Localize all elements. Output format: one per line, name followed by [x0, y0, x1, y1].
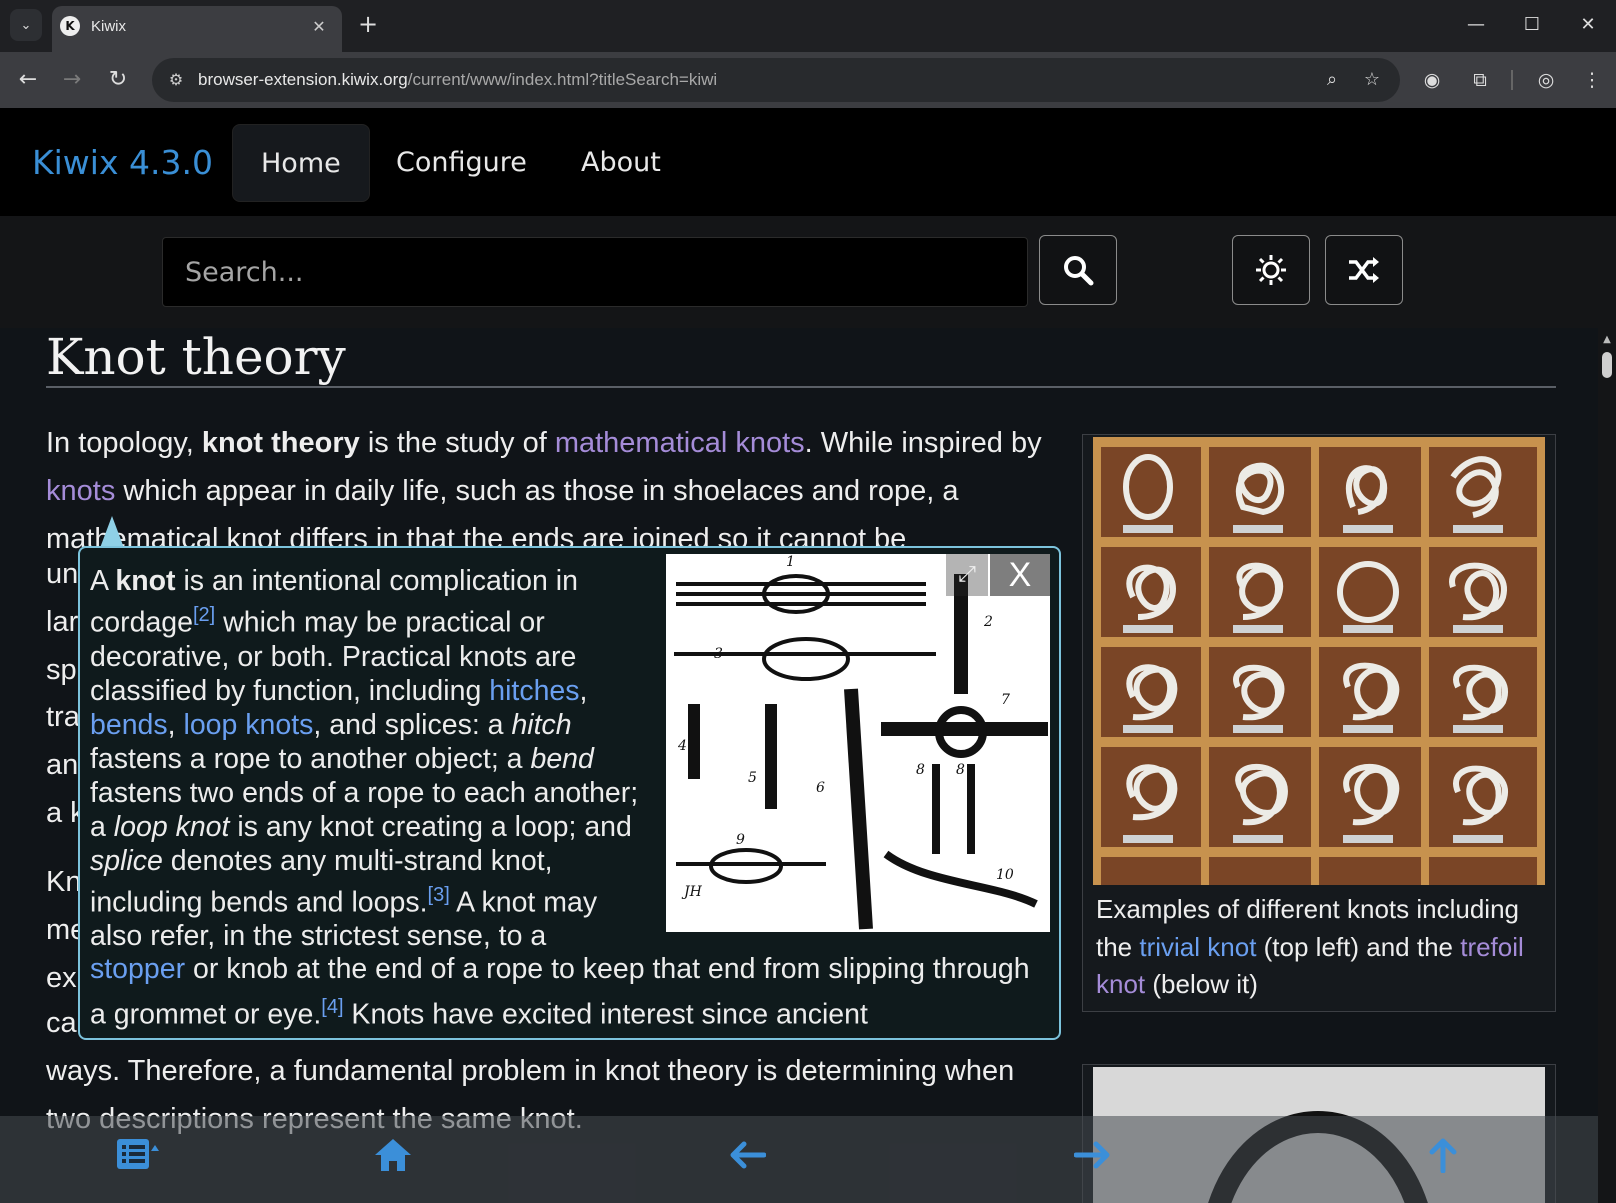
knot-table-image[interactable]	[1093, 437, 1545, 885]
nav-about[interactable]: About	[553, 124, 689, 202]
fig-num-6: 6	[816, 780, 825, 796]
link-stopper[interactable]: stopper	[90, 953, 185, 985]
tab-strip: ⌄ K Kiwix ✕ + — ☐ ✕	[0, 0, 1616, 52]
fig-num-10: 10	[996, 867, 1014, 883]
address-bar[interactable]: ⚙ browser-extension.kiwix.org/current/ww…	[152, 58, 1400, 102]
random-article-button[interactable]	[1325, 235, 1403, 305]
nav-configure[interactable]: Configure	[368, 124, 555, 202]
fig-num-9: 9	[736, 832, 745, 848]
forward-arrow-icon[interactable]: →	[56, 64, 88, 96]
browser-toolbar: ← → ↻ ⚙ browser-extension.kiwix.org/curr…	[0, 52, 1616, 108]
toolbar-divider	[1511, 70, 1513, 90]
vertical-scrollbar[interactable]: ▲	[1598, 328, 1616, 1203]
fig-signature: JH	[681, 884, 703, 900]
popover-arrow	[100, 516, 124, 548]
bottom-toolbar	[0, 1116, 1598, 1203]
popover-text: A knot is an intentional complication in…	[90, 565, 639, 952]
fig-num-1: 1	[786, 554, 795, 570]
up-arrow-icon[interactable]	[1418, 1130, 1468, 1180]
url-text[interactable]: browser-extension.kiwix.org/current/www/…	[198, 70, 717, 90]
fig-num-5: 5	[748, 770, 757, 786]
tab-search-icon[interactable]: ⌄	[10, 9, 42, 41]
fig-num-2: 2	[983, 614, 993, 630]
popover-close-button[interactable]: X	[990, 554, 1050, 596]
back-arrow-icon[interactable]	[722, 1130, 772, 1180]
ref-2[interactable]: [2]	[193, 604, 215, 626]
star-icon[interactable]: ☆	[1360, 68, 1384, 92]
fig-num-7: 7	[1001, 692, 1010, 708]
minimize-icon[interactable]: —	[1456, 10, 1496, 40]
search-input[interactable]	[162, 237, 1028, 307]
tab-title: Kiwix	[91, 18, 127, 35]
link-bends[interactable]: bends	[90, 709, 168, 741]
infobox-figure: Examples of different knots including th…	[1082, 434, 1556, 1012]
kebab-menu-icon[interactable]: ⋮	[1578, 66, 1606, 94]
extension-icon[interactable]: ◉	[1418, 66, 1446, 94]
link-preview-popover: A knot is an intentional complication in…	[78, 546, 1061, 1040]
ref-4[interactable]: [4]	[321, 996, 343, 1018]
popover-text-continued: stopper or knob at the end of a rope to …	[90, 953, 1030, 1031]
table-of-contents-icon[interactable]	[112, 1130, 162, 1180]
search-icon	[1064, 256, 1094, 286]
fig-num-8b: 8	[956, 762, 965, 778]
window-close-icon[interactable]: ✕	[1568, 10, 1608, 40]
search-button[interactable]	[1039, 235, 1117, 305]
scroll-thumb[interactable]	[1602, 352, 1612, 378]
plus-icon[interactable]: +	[354, 10, 382, 38]
popover-knots-illustration[interactable]: 1 2 3 4 5 6 7 8 8 9 10 JH	[666, 554, 1050, 932]
link-trivial-knot[interactable]: trivial knot	[1139, 932, 1256, 962]
page-title: Knot theory	[46, 328, 346, 386]
puzzle-icon[interactable]: ⧉	[1466, 66, 1494, 94]
shuffle-icon	[1349, 257, 1379, 283]
site-info-icon[interactable]: ⚙	[164, 68, 188, 92]
fig-num-4: 4	[677, 738, 687, 754]
link-knots[interactable]: knots	[46, 475, 115, 507]
link-mathematical-knots[interactable]: mathematical knots	[555, 427, 805, 459]
nav-home[interactable]: Home	[232, 124, 370, 202]
sun-icon	[1256, 255, 1286, 285]
fig-num-8a: 8	[916, 762, 925, 778]
kiwix-favicon-icon: K	[60, 16, 80, 36]
fig-num-3: 3	[714, 646, 723, 662]
forward-arrow-icon[interactable]	[1068, 1130, 1118, 1180]
back-arrow-icon[interactable]: ←	[12, 64, 44, 96]
search-bar	[0, 216, 1616, 328]
infobox-caption: Examples of different knots including th…	[1096, 894, 1524, 999]
ref-3[interactable]: [3]	[428, 884, 450, 906]
profile-icon[interactable]: ◎	[1532, 66, 1560, 94]
app-navbar: Kiwix 4.3.0 Home Configure About	[0, 108, 1616, 216]
close-icon[interactable]: ✕	[307, 15, 331, 39]
intro-paragraph: In topology, knot theory is the study of…	[46, 427, 1042, 555]
title-divider	[46, 386, 1556, 388]
browser-tab[interactable]: K Kiwix ✕	[52, 6, 342, 52]
home-icon[interactable]	[368, 1130, 418, 1180]
expand-icon[interactable]: ⤢	[946, 554, 988, 596]
link-loop-knots[interactable]: loop knots	[184, 709, 314, 741]
reload-icon[interactable]: ↻	[102, 64, 134, 96]
link-hitches[interactable]: hitches	[489, 675, 579, 707]
zoom-icon[interactable]: ⌕	[1320, 68, 1344, 92]
maximize-icon[interactable]: ☐	[1512, 10, 1552, 40]
scroll-up-arrow-icon[interactable]: ▲	[1601, 334, 1613, 346]
brand-link[interactable]: Kiwix 4.3.0	[32, 143, 213, 182]
theme-toggle-button[interactable]	[1232, 235, 1310, 305]
